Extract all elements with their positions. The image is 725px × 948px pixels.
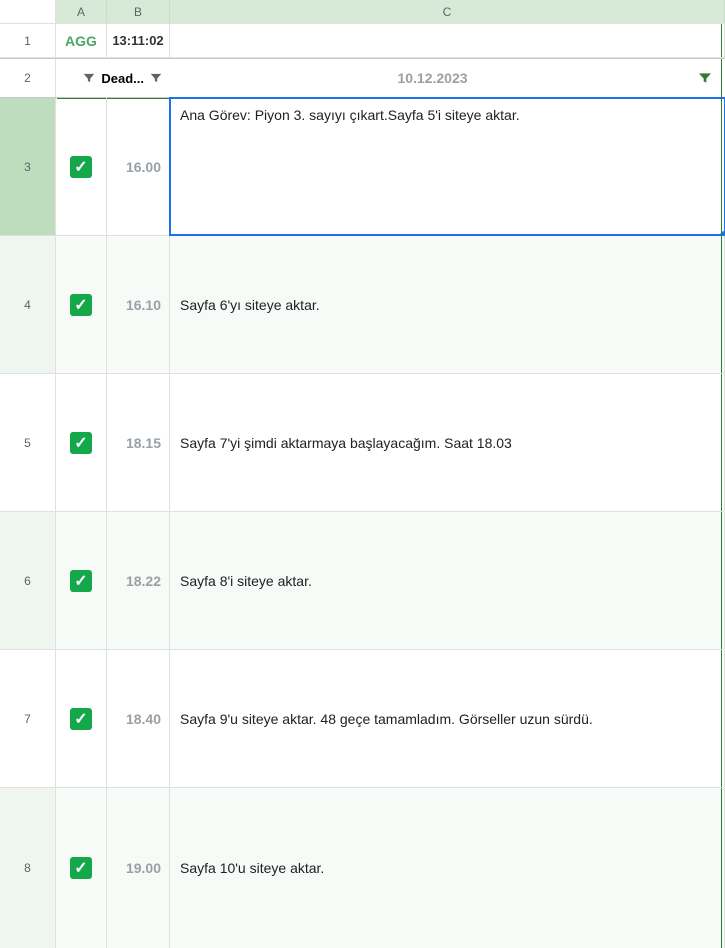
- row-7: 7 ✓ 18.40 Sayfa 9'u siteye aktar. 48 geç…: [0, 650, 725, 788]
- row-header-4[interactable]: 4: [0, 236, 56, 373]
- row-4: 4 ✓ 16.10 Sayfa 6'yı siteye aktar.: [0, 236, 725, 374]
- checkbox-checked-icon[interactable]: ✓: [70, 294, 92, 316]
- checkbox-checked-icon[interactable]: ✓: [70, 708, 92, 730]
- row-5: 5 ✓ 18.15 Sayfa 7'yi şimdi aktarmaya baş…: [0, 374, 725, 512]
- cell-B5-time[interactable]: 18.15: [107, 374, 170, 511]
- filter-icon[interactable]: [81, 70, 97, 86]
- cell-B3-time[interactable]: 16.00: [107, 98, 170, 235]
- cell-B7-time[interactable]: 18.40: [107, 650, 170, 787]
- cell-C1[interactable]: [170, 24, 725, 57]
- column-header-A[interactable]: A: [56, 0, 107, 23]
- cell-B4-time[interactable]: 16.10: [107, 236, 170, 373]
- column-header-B[interactable]: B: [107, 0, 170, 23]
- row-header-6[interactable]: 6: [0, 512, 56, 649]
- row-header-1[interactable]: 1: [0, 24, 56, 57]
- row-header-3[interactable]: 3: [0, 98, 56, 235]
- cell-A5-checkbox[interactable]: ✓: [56, 374, 107, 511]
- column-header-row: A B C: [0, 0, 725, 24]
- cell-B1-time[interactable]: 13:11:02: [107, 24, 170, 57]
- cell-C6-text[interactable]: Sayfa 8'i siteye aktar.: [170, 512, 725, 649]
- checkmark-icon: ✓: [74, 858, 87, 878]
- cell-C7-text[interactable]: Sayfa 9'u siteye aktar. 48 geçe tamamlad…: [170, 650, 725, 787]
- row-2-header: 2 Dead... 10.12.2023: [0, 58, 725, 98]
- row-3: 3 ✓ 16.00 Ana Görev: Piyon 3. sayıyı çık…: [0, 98, 725, 236]
- cell-A4-checkbox[interactable]: ✓: [56, 236, 107, 373]
- checkmark-icon: ✓: [74, 295, 87, 315]
- checkmark-icon: ✓: [74, 571, 87, 591]
- checkbox-checked-icon[interactable]: ✓: [70, 432, 92, 454]
- date-label: 10.12.2023: [397, 70, 467, 86]
- checkbox-checked-icon[interactable]: ✓: [70, 570, 92, 592]
- cell-C5-text[interactable]: Sayfa 7'yi şimdi aktarmaya başlayacağım.…: [170, 374, 725, 511]
- cell-A1-agg[interactable]: AGG: [56, 24, 107, 57]
- cell-B8-time[interactable]: 19.00: [107, 788, 170, 948]
- date-header[interactable]: 10.12.2023: [170, 59, 725, 97]
- spreadsheet: A B C 1 AGG 13:11:02 2 Dead... 10.1: [0, 0, 725, 948]
- column-header-C[interactable]: C: [170, 0, 725, 23]
- checkbox-checked-icon[interactable]: ✓: [70, 857, 92, 879]
- deadline-header[interactable]: Dead...: [56, 59, 170, 97]
- row-header-7[interactable]: 7: [0, 650, 56, 787]
- row-header-5[interactable]: 5: [0, 374, 56, 511]
- row-header-2[interactable]: 2: [0, 59, 56, 97]
- row-header-8[interactable]: 8: [0, 788, 56, 948]
- row-1: 1 AGG 13:11:02: [0, 24, 725, 58]
- checkmark-icon: ✓: [74, 157, 87, 177]
- deadline-label: Dead...: [101, 71, 144, 86]
- cell-A8-checkbox[interactable]: ✓: [56, 788, 107, 948]
- row-8: 8 ✓ 19.00 Sayfa 10'u siteye aktar.: [0, 788, 725, 948]
- cell-A3-checkbox[interactable]: ✓: [56, 98, 107, 235]
- cell-A7-checkbox[interactable]: ✓: [56, 650, 107, 787]
- corner-cell[interactable]: [0, 0, 56, 23]
- filter-icon[interactable]: [148, 70, 164, 86]
- row-6: 6 ✓ 18.22 Sayfa 8'i siteye aktar.: [0, 512, 725, 650]
- filter-icon[interactable]: [697, 70, 713, 86]
- cell-text: Ana Görev: Piyon 3. sayıyı çıkart.Sayfa …: [180, 104, 520, 126]
- checkmark-icon: ✓: [74, 433, 87, 453]
- cell-C4-text[interactable]: Sayfa 6'yı siteye aktar.: [170, 236, 725, 373]
- cell-A6-checkbox[interactable]: ✓: [56, 512, 107, 649]
- checkmark-icon: ✓: [74, 709, 87, 729]
- cell-C8-text[interactable]: Sayfa 10'u siteye aktar.: [170, 788, 725, 948]
- cell-C3-text[interactable]: Ana Görev: Piyon 3. sayıyı çıkart.Sayfa …: [170, 98, 725, 235]
- checkbox-checked-icon[interactable]: ✓: [70, 156, 92, 178]
- cell-B6-time[interactable]: 18.22: [107, 512, 170, 649]
